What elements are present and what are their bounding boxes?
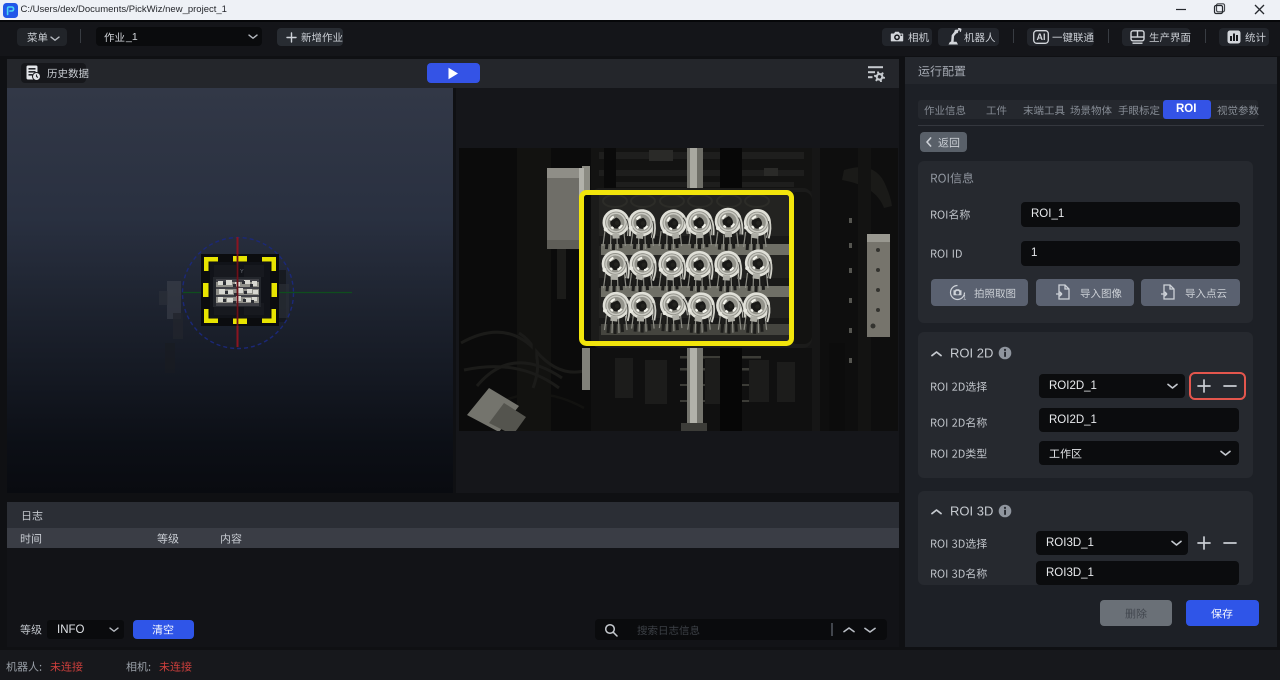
svg-text:ROI 3D: ROI 3D (950, 504, 993, 518)
svg-text:AI: AI (1037, 32, 1046, 42)
svg-text:Y: Y (240, 269, 244, 275)
svg-text:1: 1 (963, 296, 967, 302)
svg-text:ROI 2D: ROI 2D (950, 346, 993, 360)
